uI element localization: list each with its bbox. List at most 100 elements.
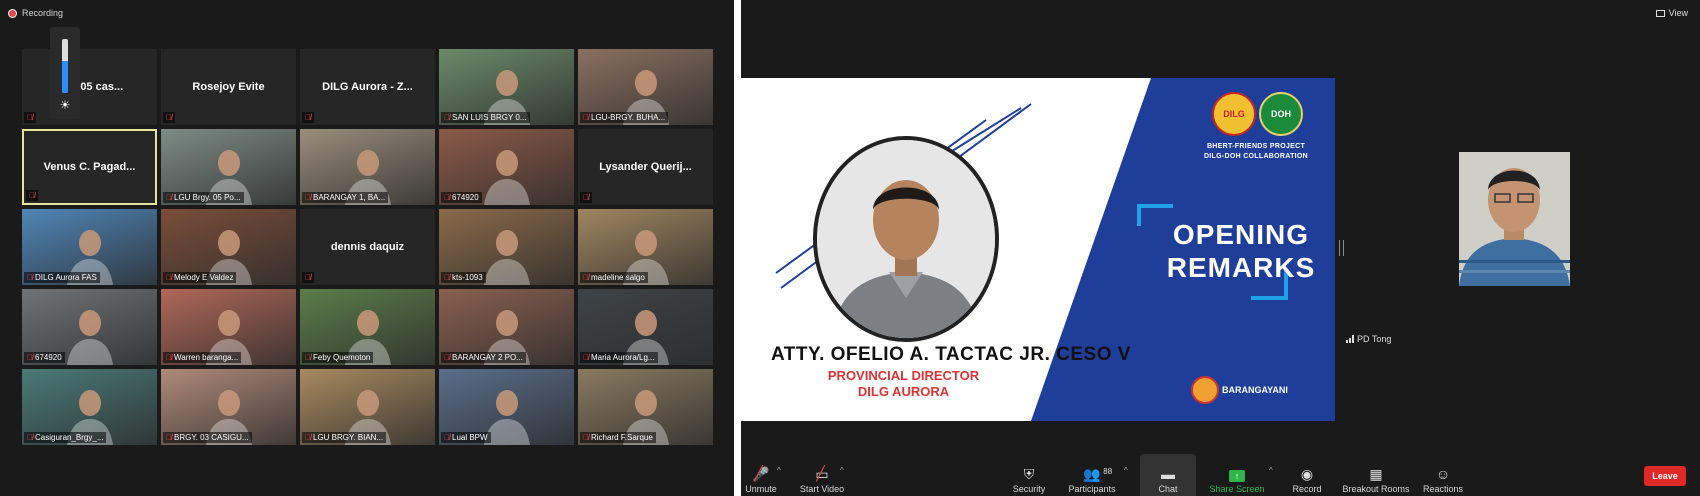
participant-label: 🎙̸ BARANGAY 1, BA... [302, 192, 389, 203]
shield-icon: ⛨ [1023, 466, 1035, 482]
audio-options-chevron-icon[interactable]: ^ [777, 466, 781, 475]
participant-tile[interactable]: 🎙̸ Lual BPW [439, 369, 574, 445]
participant-label: 🎙̸ DILG Aurora FAS [24, 272, 100, 283]
participants-chevron-icon[interactable]: ^ [1124, 466, 1128, 475]
participant-name: 674920 [35, 353, 62, 362]
participant-name: madeline salgo [591, 273, 645, 282]
camera-name: PD Tong [1357, 334, 1392, 344]
participants-button[interactable]: 👥 88 Participants [1063, 454, 1121, 496]
leave-button[interactable]: Leave [1644, 466, 1686, 486]
participant-grid: ...ay 05 cas... 🎙̸ Rosejoy Evite 🎙̸ DILG Aur… [22, 49, 713, 445]
breakout-rooms-icon: ▦ [1369, 466, 1383, 482]
mic-muted-icon: 🎙̸ [444, 273, 450, 282]
mic-muted-icon: 🎙̸ [305, 113, 311, 122]
participant-tile[interactable]: Lysander Querij... 🎙̸ [578, 129, 713, 205]
mic-muted-icon: 🎙̸ [444, 193, 450, 202]
participant-label: 🎙̸ kts-1093 [441, 272, 486, 283]
share-screen-button[interactable]: ↑ Share Screen [1209, 454, 1265, 496]
chat-button[interactable]: ▬ Chat [1140, 454, 1196, 496]
dilg-seal-icon: DILG [1212, 92, 1256, 136]
participant-tile[interactable]: 🎙̸ LGU Brgy. 05 Po... [161, 129, 296, 205]
mic-muted-icon: 🎙̸ [583, 113, 589, 122]
speaker-title-line2: DILG AURORA [857, 384, 950, 399]
volume-track[interactable] [62, 39, 68, 93]
video-options-chevron-icon[interactable]: ^ [840, 466, 844, 475]
participant-tile[interactable]: 🎙̸ Maria Aurora/Lg... [578, 289, 713, 365]
reactions-button[interactable]: ☺ Reactions [1420, 454, 1466, 496]
participant-label: 🎙̸ Maria Aurora/Lg... [580, 352, 658, 363]
participant-tile[interactable]: 🎙̸ Richard F.Sarque [578, 369, 713, 445]
mic-muted-icon: 🎙̸ [583, 433, 589, 442]
participant-tile[interactable]: 🎙̸ 674920 [439, 129, 574, 205]
reactions-label: Reactions [1422, 484, 1464, 494]
participant-tile[interactable]: 🎙̸ BARANGAY 1, BA... [300, 129, 435, 205]
participant-tile[interactable]: 🎙̸ LGU BRGY. BIAN... [300, 369, 435, 445]
participant-label: 🎙̸ [26, 190, 38, 201]
participant-name: 674920 [452, 193, 479, 202]
recording-icon [8, 8, 17, 18]
share-options-chevron-icon[interactable]: ^ [1269, 466, 1273, 475]
participant-tile[interactable]: 🎙̸ SAN LUIS BRGY 0... [439, 49, 574, 125]
view-icon [1655, 9, 1665, 17]
participant-tile[interactable]: 🎙̸ LGU-BRGY. BUHA... [578, 49, 713, 125]
camera-off-icon: ▭ ╱ [815, 465, 829, 482]
participant-tile[interactable]: 🎙̸ Melody E Valdez [161, 209, 296, 285]
participant-tile[interactable]: Rosejoy Evite 🎙̸ [161, 49, 296, 125]
participant-label: 🎙̸ [302, 272, 314, 283]
mic-muted-icon: 🎙̸ [166, 433, 172, 442]
doh-seal-icon: DOH [1259, 92, 1303, 136]
participant-tile[interactable]: 🎙̸ 674920 [22, 289, 157, 365]
slide-heading-line1: OPENING [1172, 219, 1310, 250]
mic-muted-icon: 🎙̸ [583, 193, 589, 202]
participant-tile[interactable]: 🎙̸ kts-1093 [439, 209, 574, 285]
mic-muted-icon: 🎙̸ [444, 353, 450, 362]
split-handle[interactable] [1339, 240, 1344, 256]
security-button[interactable]: ⛨ Security [1009, 454, 1049, 496]
participant-label: 🎙̸ 674920 [441, 192, 482, 203]
breakout-rooms-label: Breakout Rooms [1342, 484, 1410, 494]
participant-tile[interactable]: 🎙̸ DILG Aurora FAS [22, 209, 157, 285]
participant-label: 🎙̸ Casiguran_Brgy_... [24, 432, 107, 443]
participant-tile[interactable]: DILG Aurora - Z... 🎙̸ [300, 49, 435, 125]
participant-label: 🎙̸ Feby Quemoton [302, 352, 374, 363]
slide-heading: OPENING REMARKS [1156, 218, 1326, 284]
camera-name-label: PD Tong [1346, 334, 1391, 344]
participant-label: 🎙̸ LGU-BRGY. BUHA... [580, 112, 669, 123]
participant-name: Melody E Valdez [174, 273, 234, 282]
unmute-button[interactable]: 🎤 ╱ Unmute [741, 454, 781, 496]
volume-slider[interactable]: ☀ [50, 27, 80, 119]
mic-muted-icon: 🎙̸ [305, 193, 311, 202]
chat-label: Chat [1158, 484, 1178, 494]
participant-name: Lual BPW [452, 433, 488, 442]
participant-tile[interactable]: dennis daquiz 🎙̸ [300, 209, 435, 285]
view-button[interactable]: View [1655, 8, 1688, 18]
breakout-rooms-button[interactable]: ▦ Breakout Rooms [1341, 454, 1411, 496]
mic-muted-icon: 🎙̸ [305, 353, 311, 362]
participant-tile[interactable]: 🎙̸ BRGY. 03 CASIGU... [161, 369, 296, 445]
meeting-toolbar: 🎤 ╱ Unmute ^ ▭ ╱ Start Video ^ ⛨ Security … [741, 454, 1700, 496]
record-button[interactable]: ◉ Record [1287, 454, 1327, 496]
participant-tile[interactable]: ...ay 05 cas... 🎙̸ [22, 49, 157, 125]
mic-muted-icon: 🎙̸ [444, 113, 450, 122]
participant-label: 🎙̸ SAN LUIS BRGY 0... [441, 112, 530, 123]
mic-muted-icon: 🎙̸ [27, 353, 33, 362]
project-line1: BHERT-FRIENDS PROJECT [1206, 143, 1306, 150]
participant-label: 🎙̸ madeline salgo [580, 272, 648, 283]
participant-label: 🎙̸ [163, 112, 175, 123]
start-video-button[interactable]: ▭ ╱ Start Video [791, 454, 853, 496]
participant-tile[interactable]: 🎙̸ madeline salgo [578, 209, 713, 285]
participant-tile[interactable]: 🎙̸ Casiguran_Brgy_... [22, 369, 157, 445]
mic-muted-icon: 🎙̸ [305, 433, 311, 442]
mic-muted-icon: 🎙̸ [583, 273, 589, 282]
share-screen-label: Share Screen [1209, 484, 1265, 494]
participant-label: 🎙̸ Richard F.Sarque [580, 432, 656, 443]
participant-label: 🎙̸ BARANGAY 2 PO... [441, 352, 526, 363]
brightness-icon: ☀ [59, 98, 71, 112]
participant-label: 🎙̸ [302, 112, 314, 123]
participant-tile[interactable]: 🎙̸ Feby Quemoton [300, 289, 435, 365]
participant-tile[interactable]: 🎙̸ Warren baranga... [161, 289, 296, 365]
barangayani-seal-icon [1191, 376, 1219, 404]
participant-display-name: ...ay 05 cas... [55, 81, 124, 93]
participant-tile[interactable]: Venus C. Pagad... 🎙̸ [22, 129, 157, 205]
participant-tile[interactable]: 🎙̸ BARANGAY 2 PO... [439, 289, 574, 365]
